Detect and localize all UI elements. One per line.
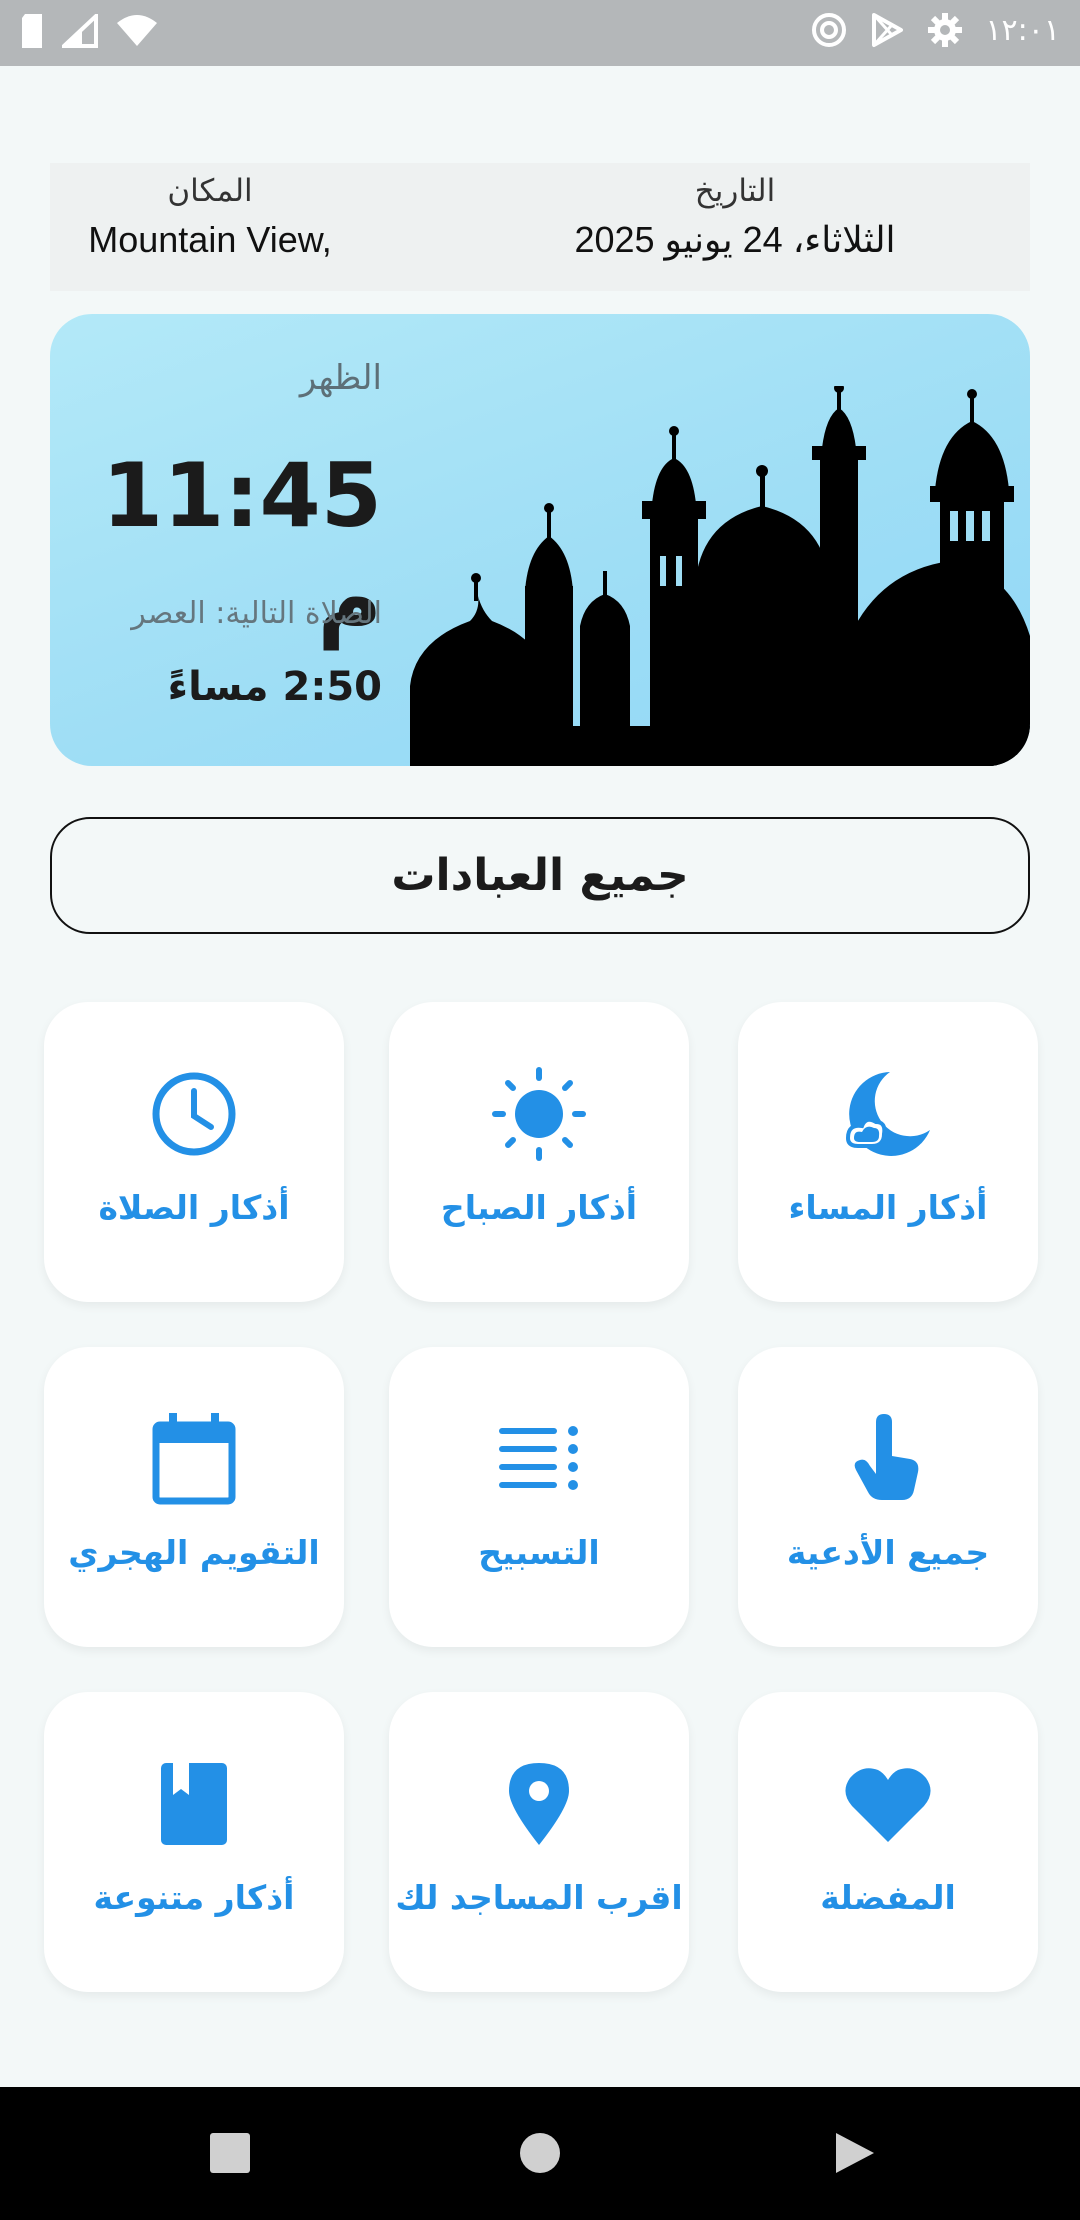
tile-favorites[interactable]: المفضلة: [738, 1692, 1038, 1992]
tile-label: أذكار الصلاة: [98, 1188, 290, 1227]
tile-various-adhkar[interactable]: أذكار متنوعة: [44, 1692, 344, 1992]
tile-all-duas[interactable]: جميع الأدعية: [738, 1347, 1038, 1647]
place-column: المكان Mountain View,: [50, 173, 370, 261]
prayer-time-card[interactable]: الظهر 11:45 م الصلاة التالية: العصر 2:50…: [50, 314, 1030, 766]
pointing-hand-icon: [854, 1414, 919, 1500]
tile-hijri-calendar[interactable]: التقويم الهجري: [44, 1347, 344, 1647]
next-prayer-time: 2:50 مساءً: [167, 664, 382, 710]
tile-nearest-mosques[interactable]: اقرب المساجد لك: [389, 1692, 689, 1992]
home-button[interactable]: [518, 2131, 562, 2175]
date-label: التاريخ: [694, 173, 776, 209]
place-value: Mountain View,: [88, 219, 332, 260]
list-icon: [499, 1426, 578, 1490]
status-bar: ١٢:٠١: [0, 0, 1080, 66]
sd-card-icon: [22, 14, 42, 48]
heart-icon: [845, 1768, 931, 1842]
date-column: التاريخ الثلاثاء، 24 يونيو 2025: [490, 173, 980, 261]
tile-label: المفضلة: [820, 1878, 956, 1917]
current-prayer-name: الظهر: [299, 358, 382, 398]
location-date-panel: المكان Mountain View, التاريخ الثلاثاء، …: [50, 163, 1030, 291]
sync-icon: [812, 13, 847, 47]
tile-morning-adhkar[interactable]: أذكار الصباح: [389, 1002, 689, 1302]
sun-icon: [492, 1067, 586, 1161]
tile-prayer-adhkar[interactable]: أذكار الصلاة: [44, 1002, 344, 1302]
tile-label: جميع الأدعية: [786, 1533, 990, 1572]
location-pin-icon: [509, 1763, 569, 1845]
gear-icon: [928, 13, 963, 47]
all-worship-button[interactable]: جميع العبادات: [50, 817, 1030, 934]
calendar-icon: [152, 1413, 236, 1505]
tile-label: أذكار المساء: [788, 1188, 988, 1227]
recents-button[interactable]: [208, 2131, 252, 2175]
tile-label: أذكار متنوعة: [93, 1878, 295, 1917]
navigation-bar: [0, 2087, 1080, 2220]
tile-label: التقويم الهجري: [68, 1533, 320, 1572]
tile-tasbeeh[interactable]: التسبيح: [389, 1347, 689, 1647]
status-time: ١٢:٠١: [985, 12, 1060, 48]
moon-icon: [845, 1072, 930, 1156]
tile-label: اقرب المساجد لك: [395, 1878, 683, 1917]
tile-label: التسبيح: [478, 1533, 600, 1572]
back-button[interactable]: [832, 2131, 876, 2175]
tile-label: أذكار الصباح: [440, 1188, 638, 1227]
signal-icon: [62, 14, 98, 48]
clock-icon: [152, 1072, 236, 1156]
date-value: الثلاثاء، 24 يونيو 2025: [574, 219, 896, 260]
next-prayer-label: الصلاة التالية: العصر: [131, 596, 382, 631]
tile-evening-adhkar[interactable]: أذكار المساء: [738, 1002, 1038, 1302]
place-label: المكان: [167, 173, 253, 209]
wifi-icon: [117, 15, 157, 46]
mosque-silhouette: [410, 386, 1030, 766]
book-icon: [161, 1763, 227, 1845]
play-store-icon: [872, 13, 904, 47]
